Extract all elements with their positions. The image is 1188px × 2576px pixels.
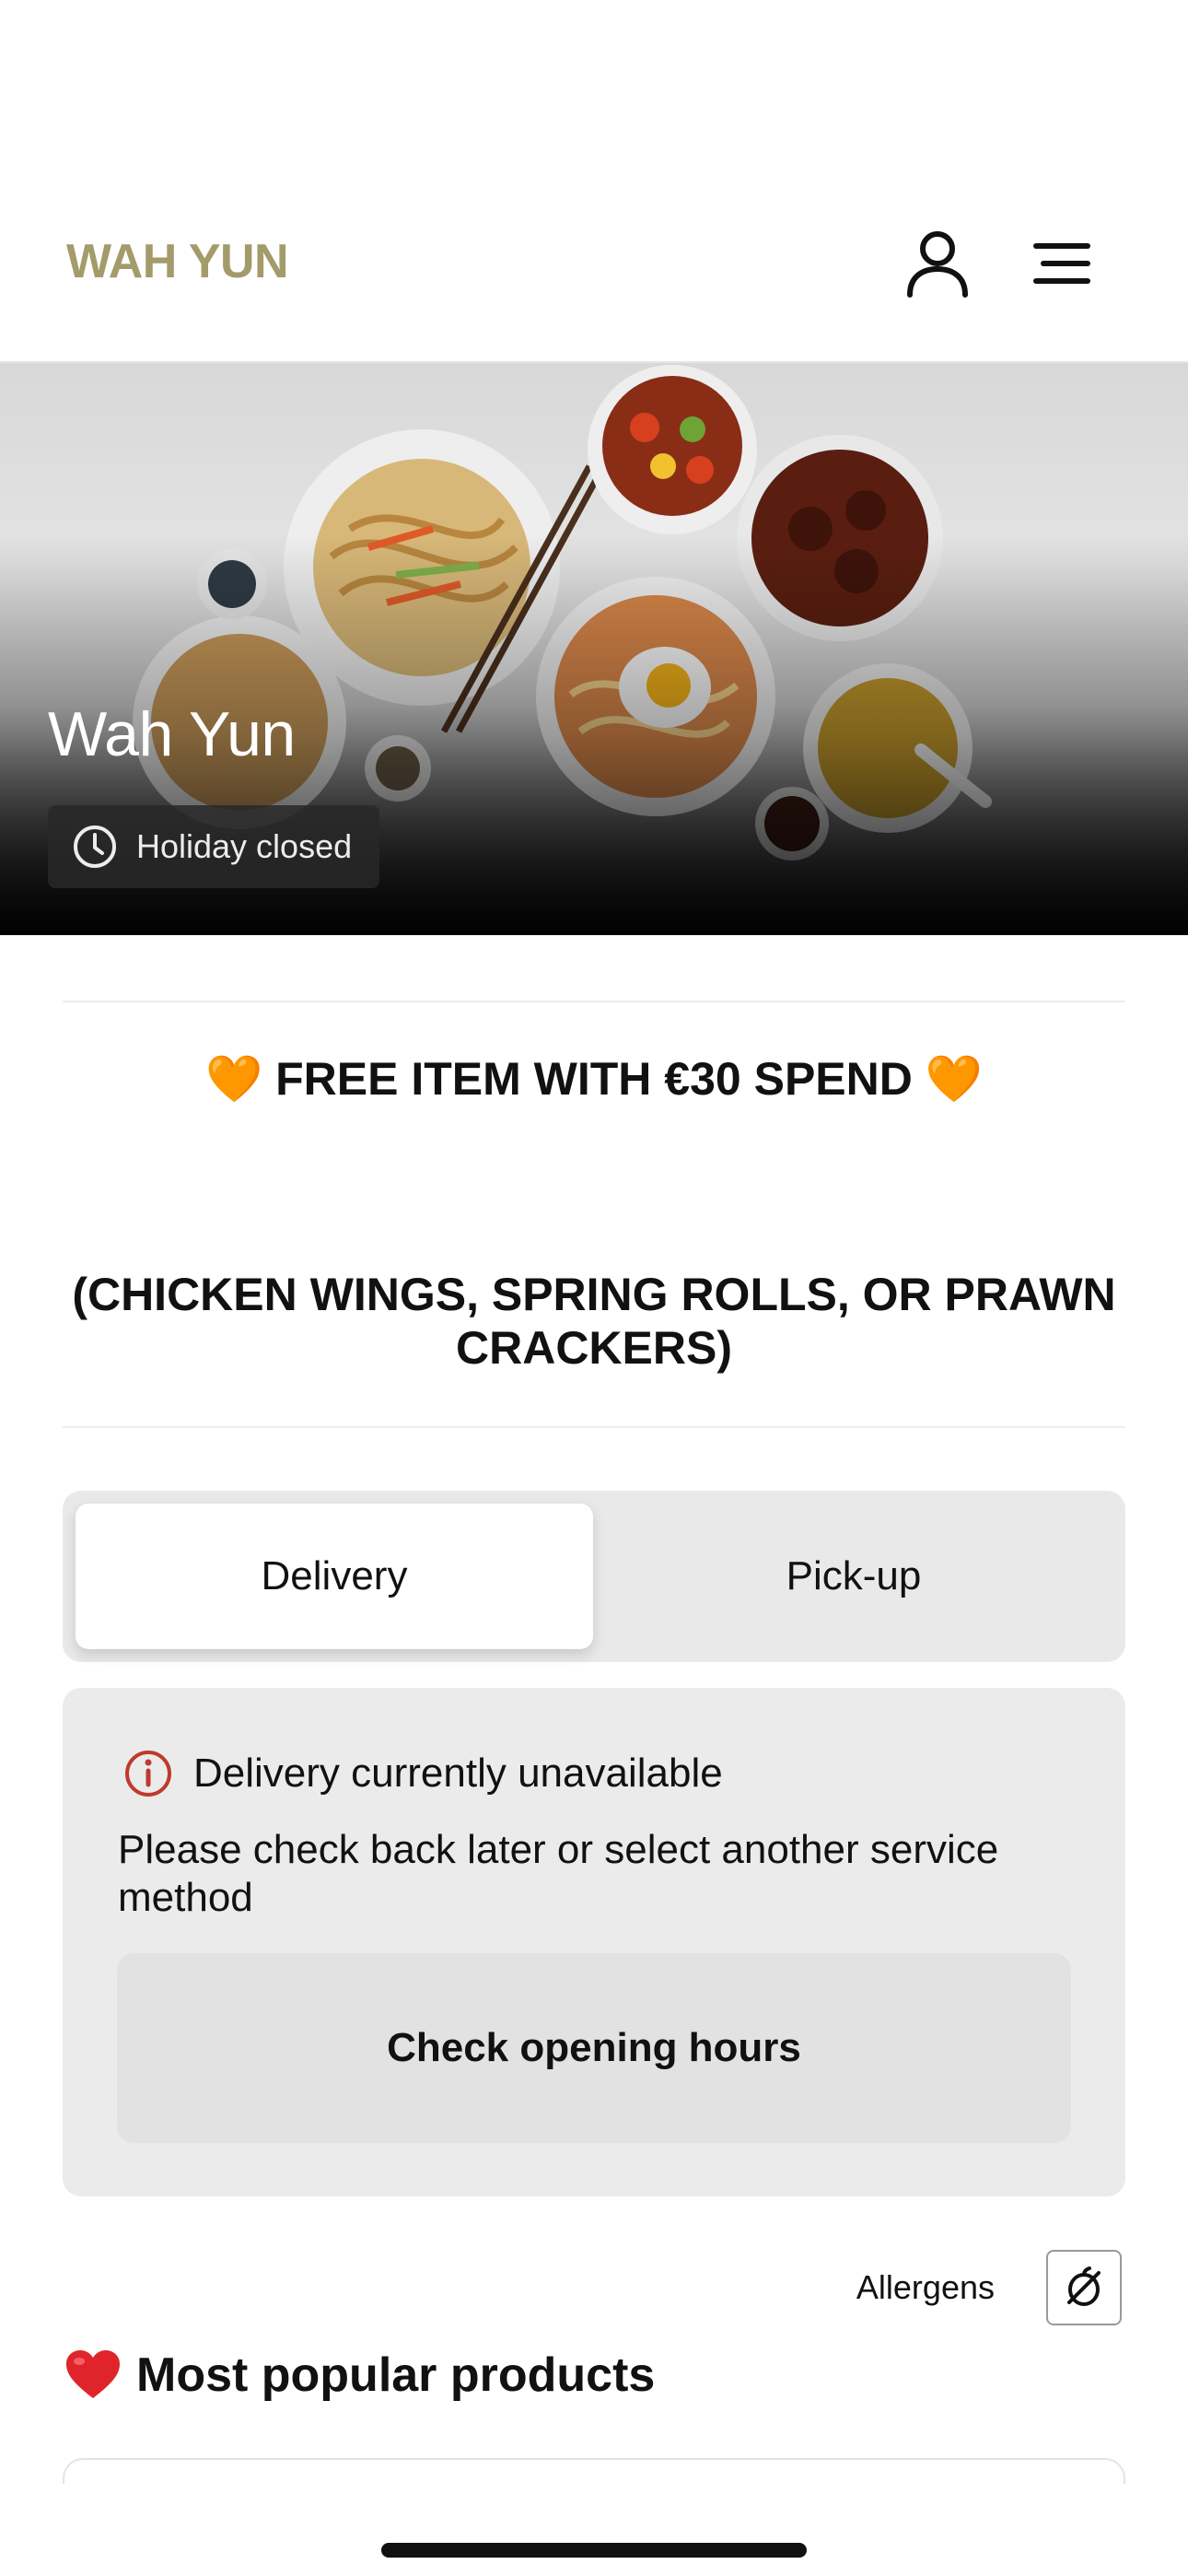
app-header: WAH YUN (0, 0, 1188, 363)
status-badge: Holiday closed (48, 805, 380, 888)
notice-title: Delivery currently unavailable (193, 1751, 723, 1796)
brand-logo[interactable]: WAH YUN (66, 234, 289, 289)
promo-top-divider (63, 1001, 1125, 1002)
restaurant-name: Wah Yun (48, 699, 296, 769)
user-icon (907, 231, 968, 298)
section-title-text: Most popular products (136, 2348, 656, 2402)
allergen-filter-icon (1067, 2266, 1101, 2306)
tab-pickup[interactable]: Pick-up (595, 1504, 1112, 1649)
tab-delivery[interactable]: Delivery (76, 1504, 593, 1649)
menu-icon (1033, 243, 1090, 284)
alert-circle-icon (125, 1751, 171, 1797)
account-button[interactable] (899, 225, 976, 302)
bottom-safe-area (0, 2484, 1188, 2576)
menu-button[interactable] (1022, 230, 1100, 297)
status-text: Holiday closed (136, 827, 353, 865)
hero-banner: Wah Yun Holiday closed (0, 363, 1188, 935)
allergens-filter-button[interactable] (1046, 2250, 1122, 2325)
notice-header: Delivery currently unavailable (123, 1749, 723, 1798)
heart-icon (66, 2350, 120, 2398)
notice-message: Please check back later or select anothe… (118, 1827, 999, 1920)
popular-products-heading: Most popular products (64, 2348, 655, 2403)
promo-headline: 🧡 FREE ITEM WITH €30 SPEND 🧡 (204, 1053, 984, 1105)
delivery-unavailable-card: Delivery currently unavailable Please ch… (63, 1688, 1125, 2196)
check-opening-hours-button[interactable]: Check opening hours (117, 1953, 1071, 2143)
service-method-toggle: Delivery Pick-up (63, 1491, 1125, 1662)
clock-icon (74, 825, 116, 868)
home-indicator[interactable] (381, 2543, 807, 2558)
promo-bottom-divider (63, 1426, 1125, 1428)
promo-details: (CHICKEN WINGS, SPRING ROLLS, OR PRAWN C… (72, 1269, 1116, 1374)
allergens-label[interactable]: Allergens (829, 2268, 995, 2307)
